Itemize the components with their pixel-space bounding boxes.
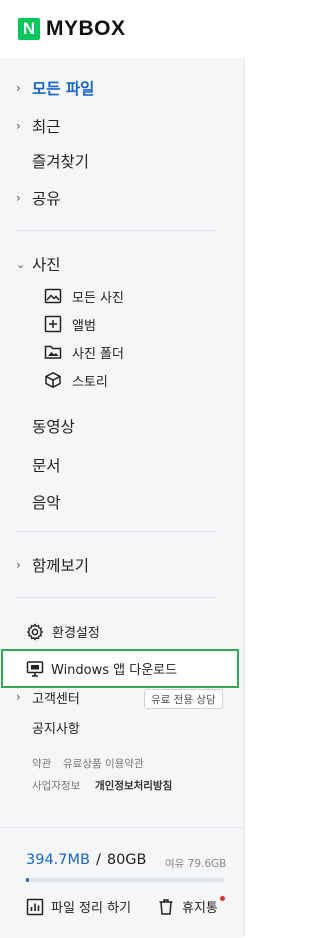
nav-recent-label: 최근 — [32, 118, 61, 136]
gear-icon — [26, 622, 44, 641]
storage-bar-fill — [26, 878, 29, 882]
chevron-right-icon: › — [16, 191, 21, 205]
nav-photo-folder-label: 사진 폴더 — [72, 346, 124, 362]
divider — [16, 531, 216, 532]
nav-photos-label: 사진 — [32, 256, 61, 274]
storage-used: 394.7MB — [26, 852, 90, 868]
nav-documents-label: 문서 — [32, 457, 61, 475]
divider — [16, 230, 216, 231]
naver-logo-icon: N — [18, 18, 40, 40]
terms-link[interactable]: 약관 — [32, 756, 51, 771]
nav-music[interactable]: 음악 — [0, 486, 240, 518]
nav-favorites-label: 즐겨찾기 — [32, 153, 90, 171]
paid-consult-badge[interactable]: 유료 전용 상담 — [144, 689, 223, 709]
nav-favorites[interactable]: 즐겨찾기 — [0, 145, 240, 177]
chevron-right-icon: › — [16, 558, 21, 572]
nav-shared-label: 공유 — [32, 190, 61, 208]
monitor-icon — [26, 660, 44, 677]
cube-icon — [45, 371, 61, 389]
nav-together[interactable]: › 함께보기 — [0, 549, 240, 581]
chevron-right-icon: › — [16, 690, 21, 704]
nav-story[interactable]: 스토리 — [44, 367, 108, 393]
scrollbar[interactable] — [244, 58, 251, 937]
business-info-link[interactable]: 사업자정보 — [32, 778, 80, 793]
nav-story-label: 스토리 — [72, 374, 108, 390]
nav-all-photos[interactable]: 모든 사진 — [44, 283, 124, 309]
notice-label: 공지사항 — [32, 721, 80, 737]
windows-download-label: Windows 앱 다운로드 — [51, 663, 178, 678]
paid-terms-link[interactable]: 유료상품 이용약관 — [63, 756, 144, 771]
trash-icon — [159, 898, 173, 915]
nav-album-label: 앨범 — [72, 318, 96, 334]
nav-all-files[interactable]: › 모든 파일 — [0, 72, 240, 104]
nav-photos[interactable]: ⌄ 사진 — [0, 248, 240, 280]
nav-shared[interactable]: › 공유 — [0, 182, 240, 214]
nav-videos-label: 동영상 — [32, 418, 75, 436]
storage-bar — [26, 878, 224, 882]
customer-center-label: 고객센터 — [32, 691, 80, 707]
storage-usage: 394.7MB / 80GB — [26, 852, 147, 868]
image-icon — [44, 288, 62, 304]
trash-label: 휴지통 — [182, 901, 218, 916]
chevron-right-icon: › — [16, 119, 21, 133]
nav-all-photos-label: 모든 사진 — [72, 290, 124, 306]
nav-music-label: 음악 — [32, 494, 61, 512]
chevron-down-icon: ⌄ — [16, 257, 26, 271]
nav-notice[interactable]: 공지사항 — [0, 713, 240, 741]
nav-together-label: 함께보기 — [32, 557, 90, 575]
privacy-link[interactable]: 개인정보처리방침 — [95, 778, 172, 793]
chart-icon — [26, 898, 44, 915]
nav-videos[interactable]: 동영상 — [0, 410, 240, 442]
settings-link[interactable]: 환경설정 — [26, 622, 100, 641]
storage-panel: 394.7MB / 80GB 여유 79.6GB 파일 정리 하기 휴지통 — [0, 827, 244, 938]
divider — [16, 597, 216, 598]
organize-files-button[interactable]: 파일 정리 하기 — [26, 897, 131, 916]
organize-files-label: 파일 정리 하기 — [51, 901, 132, 916]
nav-documents[interactable]: 문서 — [0, 449, 240, 481]
storage-separator: / — [95, 852, 101, 868]
chevron-right-icon: › — [16, 81, 21, 95]
logo[interactable]: N MYBOX — [18, 17, 126, 41]
nav-recent[interactable]: › 최근 — [0, 110, 240, 142]
top-bar: N MYBOX — [0, 0, 250, 58]
brand-name: MYBOX — [46, 17, 126, 40]
storage-free: 여유 79.6GB — [165, 858, 227, 870]
notification-dot — [220, 896, 225, 901]
folder-image-icon — [44, 345, 62, 359]
album-plus-icon — [44, 315, 62, 333]
nav-album[interactable]: 앨범 — [44, 311, 96, 337]
storage-total: 80GB — [106, 852, 147, 868]
settings-label: 환경설정 — [52, 626, 100, 641]
trash-button[interactable]: 휴지통 — [157, 897, 218, 916]
nav-all-files-label: 모든 파일 — [32, 80, 95, 98]
nav-photo-folder[interactable]: 사진 폴더 — [44, 339, 124, 365]
